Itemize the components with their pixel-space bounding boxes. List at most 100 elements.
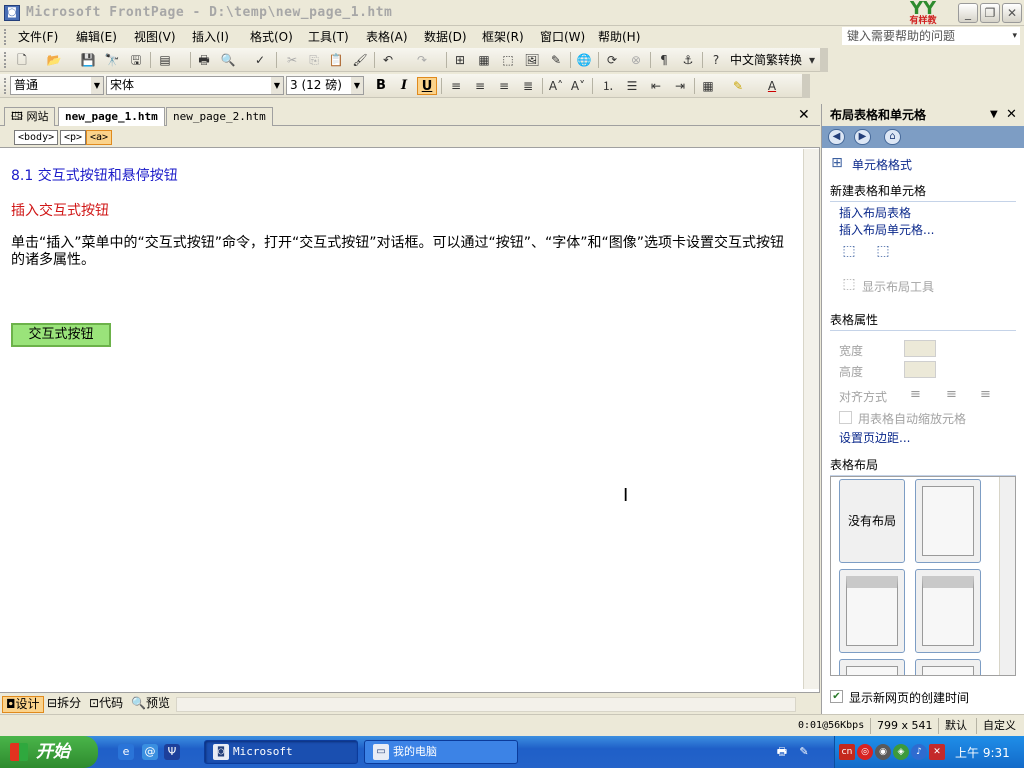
align-center-icon[interactable]: ≡: [472, 78, 488, 94]
volume-icon[interactable]: ♪: [911, 744, 927, 760]
menu-data[interactable]: 数据(D): [418, 29, 473, 46]
chevron-down-icon[interactable]: ▾: [804, 52, 820, 68]
task-my-computer[interactable]: ▭ 我的电脑: [364, 740, 518, 764]
pen-icon[interactable]: ✎: [796, 744, 812, 760]
font-color-icon[interactable]: A: [764, 78, 780, 94]
insert-layout-cell-link[interactable]: 插入布局单元格...: [839, 221, 934, 238]
forward-icon[interactable]: ▶: [854, 129, 871, 145]
menu-help[interactable]: 帮助(H): [592, 29, 646, 46]
paste-icon[interactable]: 📋: [328, 52, 344, 68]
help-icon[interactable]: ?: [708, 52, 724, 68]
menu-view[interactable]: 视图(V): [128, 29, 182, 46]
autoscale-checkbox[interactable]: [839, 411, 852, 424]
justify-icon[interactable]: ≣: [520, 78, 536, 94]
web-component-icon[interactable]: ⊞: [452, 52, 468, 68]
open-icon[interactable]: 📂: [46, 52, 62, 68]
horizontal-scrollbar[interactable]: [176, 697, 796, 712]
increase-indent-icon[interactable]: ⇥: [672, 78, 688, 94]
mode-custom[interactable]: 自定义: [976, 718, 1016, 734]
numbering-icon[interactable]: ⒈: [600, 78, 616, 94]
toggle-pane-icon[interactable]: ▤: [157, 52, 173, 68]
bullets-icon[interactable]: ☰: [624, 78, 640, 94]
insert-picture-icon[interactable]: 🖼: [524, 52, 540, 68]
width-field[interactable]: [904, 340, 936, 357]
gallery-scrollbar[interactable]: [999, 477, 1015, 675]
insert-layout-table-link[interactable]: 插入布局表格: [839, 204, 911, 221]
page-size[interactable]: 799 x 541: [870, 718, 933, 734]
undo-icon[interactable]: ↶: [380, 52, 396, 68]
new-page-icon[interactable]: 🗋: [14, 52, 30, 68]
tag-body[interactable]: <body>: [14, 130, 59, 145]
outlook-icon[interactable]: @: [142, 744, 158, 760]
publish-icon[interactable]: 🖫: [128, 52, 144, 68]
layout-single[interactable]: [915, 479, 981, 563]
tag-a[interactable]: <a>: [86, 130, 113, 145]
highlight-icon[interactable]: ✎: [730, 78, 746, 94]
print-icon[interactable]: 🖶: [196, 52, 212, 68]
increase-font-icon[interactable]: A˄: [548, 78, 564, 94]
start-button[interactable]: 开始: [0, 736, 98, 768]
draw-table-icon[interactable]: ⬚: [840, 242, 858, 260]
back-icon[interactable]: ◀: [828, 129, 845, 145]
align-left-icon[interactable]: ≡: [448, 78, 464, 94]
style-select[interactable]: 普通 ▼: [10, 76, 104, 95]
vertical-scrollbar[interactable]: [803, 149, 819, 689]
search-icon[interactable]: 🔭: [104, 52, 120, 68]
task-frontpage[interactable]: ◙Microsoft FrontP...: [204, 740, 358, 768]
height-field[interactable]: [904, 361, 936, 378]
underline-button[interactable]: U: [417, 77, 437, 95]
show-creation-time-checkbox[interactable]: ✔: [830, 690, 843, 703]
borders-icon[interactable]: ▦: [700, 78, 716, 94]
format-painter-icon[interactable]: 🖌: [352, 52, 368, 68]
frontpage-app-icon[interactable]: ◙: [4, 5, 20, 21]
tab-split[interactable]: ⊟拆分: [44, 696, 84, 713]
cut-icon[interactable]: ✂: [284, 52, 300, 68]
help-dropdown-icon[interactable]: ▾: [1012, 28, 1017, 44]
decrease-font-icon[interactable]: A˅: [570, 78, 586, 94]
layout-none[interactable]: 没有布局: [839, 479, 905, 563]
app-icon[interactable]: Ψ: [164, 744, 180, 760]
redo-icon[interactable]: ↷: [414, 52, 430, 68]
align-left-icon[interactable]: ≡: [910, 387, 921, 402]
close-window-button[interactable]: ✕: [1002, 3, 1022, 23]
show-layout-tool-label[interactable]: 显示布局工具: [862, 278, 934, 295]
layout-option-5[interactable]: [839, 659, 905, 675]
design-view[interactable]: 8.1 交互式按钮和悬停按钮 插入交互式按钮 单击“插入”菜单中的“交互式按钮”…: [0, 149, 803, 689]
ie-icon[interactable]: e: [118, 744, 134, 760]
menu-tools[interactable]: 工具(T): [302, 29, 355, 46]
tab-new-page-1[interactable]: new_page_1.htm: [58, 107, 165, 126]
set-margins-link[interactable]: 设置页边距...: [839, 429, 910, 446]
tab-new-page-2[interactable]: new_page_2.htm: [166, 107, 273, 126]
menu-file[interactable]: 文件(F): [12, 29, 64, 46]
security-icon[interactable]: ◉: [875, 744, 891, 760]
menu-edit[interactable]: 编辑(E): [70, 29, 123, 46]
menu-frames[interactable]: 框架(R): [476, 29, 530, 46]
stop-icon[interactable]: ⊗: [628, 52, 644, 68]
toolbar-grip[interactable]: [4, 52, 7, 68]
layout-header-split[interactable]: [915, 569, 981, 653]
ime-icon[interactable]: cn: [839, 744, 855, 760]
decrease-indent-icon[interactable]: ⇤: [648, 78, 664, 94]
align-right-icon[interactable]: ≡: [980, 387, 991, 402]
layout-option-6[interactable]: [915, 659, 981, 675]
font-size-select[interactable]: 3 (12 磅) ▼: [286, 76, 364, 95]
hyperlink-icon[interactable]: 🌐: [576, 52, 592, 68]
menu-table[interactable]: 表格(A): [360, 29, 414, 46]
font-select[interactable]: 宋体 ▼: [106, 76, 284, 95]
chevron-down-icon[interactable]: ▼: [91, 77, 103, 94]
align-right-icon[interactable]: ≡: [496, 78, 512, 94]
network-icon[interactable]: ◈: [893, 744, 909, 760]
spelling-icon[interactable]: ✓: [252, 52, 268, 68]
bold-button[interactable]: B: [371, 77, 391, 95]
save-icon[interactable]: 💾: [80, 52, 96, 68]
copy-icon[interactable]: ⎘: [306, 52, 322, 68]
interactive-button[interactable]: 交互式按钮: [11, 323, 111, 347]
anchor-icon[interactable]: ⚓: [680, 52, 696, 68]
insert-table-icon[interactable]: ▦: [476, 52, 492, 68]
minimize-button[interactable]: _: [958, 3, 978, 23]
close-icon[interactable]: ✕: [798, 107, 810, 123]
print-preview-icon[interactable]: 🔍: [220, 52, 236, 68]
tab-preview[interactable]: 🔍预览: [128, 696, 173, 713]
menu-format[interactable]: 格式(O): [244, 29, 299, 46]
insert-layer-icon[interactable]: ⬚: [500, 52, 516, 68]
